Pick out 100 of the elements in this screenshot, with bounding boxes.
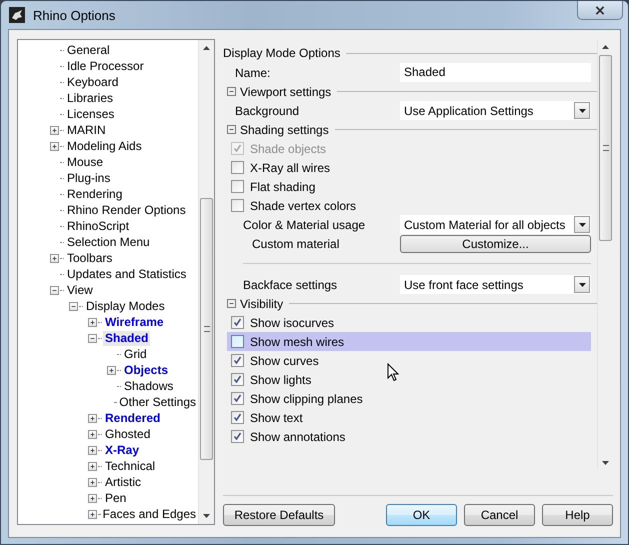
caret-icon (578, 108, 586, 112)
expander-icon[interactable] (88, 510, 97, 518)
tree-item[interactable]: Mouse (65, 154, 106, 170)
tree-item[interactable]: Grid (122, 346, 149, 362)
name-field[interactable]: Shaded (400, 63, 591, 82)
checkbox-label: Shade vertex colors (250, 198, 356, 212)
collapse-icon[interactable] (227, 299, 236, 308)
caret-icon (578, 222, 586, 226)
expander-icon[interactable] (69, 302, 78, 310)
expander-icon[interactable] (88, 414, 97, 422)
scroll-thumb[interactable] (200, 198, 213, 460)
tree-item[interactable]: RhinoScript (65, 218, 132, 234)
checkbox[interactable] (231, 354, 244, 367)
checkbox[interactable] (231, 335, 244, 348)
tree-item[interactable]: Pen (103, 490, 128, 506)
tree-item[interactable]: View (65, 282, 95, 298)
dropdown[interactable]: Custom Material for all objects (400, 215, 591, 234)
tree-item[interactable]: X-Ray (103, 442, 142, 458)
expander-icon[interactable] (50, 254, 59, 262)
checkbox[interactable] (231, 430, 244, 443)
checkbox[interactable] (231, 373, 244, 386)
tree-item[interactable]: MARIN (65, 122, 108, 138)
dropdown[interactable]: Use Application Settings (400, 101, 591, 120)
expander-icon[interactable] (88, 446, 97, 454)
tree-item[interactable]: Other Settings (117, 394, 198, 410)
checkbox[interactable] (231, 161, 244, 174)
tree-item[interactable]: Keyboard (65, 74, 120, 90)
scroll-thumb[interactable] (599, 55, 612, 241)
caret-icon (578, 282, 586, 286)
expander-icon[interactable] (88, 430, 97, 438)
tree-item[interactable]: Artistic (103, 474, 143, 490)
tree-item[interactable]: Modeling Aids (65, 138, 144, 154)
checkbox[interactable] (231, 180, 244, 193)
field-label: Backface settings (242, 278, 338, 292)
checkbox[interactable] (231, 411, 244, 424)
checkbox-label: Show mesh wires (250, 334, 344, 348)
section-heading: Visibility (240, 296, 284, 310)
pointer-icon (387, 363, 399, 382)
tree-item[interactable]: Rendering (65, 186, 124, 202)
tree-item[interactable]: Plug-ins (65, 170, 112, 186)
expander-icon[interactable] (88, 334, 97, 342)
tree-item[interactable]: Shaded (103, 330, 150, 346)
checkbox-label: X-Ray all wires (250, 160, 330, 174)
tree-item[interactable]: Wireframe (103, 314, 166, 330)
tree-item[interactable]: Idle Processor (65, 58, 146, 74)
scroll-down-icon[interactable] (203, 514, 210, 518)
tree-item[interactable]: Toolbars (65, 250, 114, 266)
field-label: Name: (234, 66, 272, 80)
expander-icon[interactable] (88, 494, 97, 502)
checkbox-label: Shade objects (250, 142, 326, 156)
dropdown[interactable]: Use front face settings (400, 275, 591, 294)
dialog-button[interactable]: OK (386, 504, 457, 526)
checkbox-label: Show clipping planes (250, 392, 363, 406)
checkbox[interactable] (231, 316, 244, 329)
scroll-down-icon[interactable] (602, 461, 609, 465)
expander-icon[interactable] (88, 478, 97, 486)
rhino-icon (9, 7, 25, 23)
tree-item[interactable]: Selection Menu (65, 234, 152, 250)
tree-item[interactable]: Faces and Edges (100, 506, 198, 522)
expander-icon[interactable] (50, 142, 59, 150)
checkbox-label: Show annotations (250, 430, 346, 444)
collapse-icon[interactable] (227, 87, 236, 96)
tree-item[interactable]: Rhino Render Options (65, 202, 188, 218)
checkbox-label: Show curves (250, 354, 319, 368)
expander-icon[interactable] (88, 318, 97, 326)
checkbox-label: Show isocurves (250, 316, 334, 330)
tree-item[interactable]: Licenses (65, 106, 116, 122)
expander-icon[interactable] (107, 366, 116, 374)
field-label: Color & Material usage (242, 218, 366, 232)
section-heading: Viewport settings (240, 84, 332, 98)
tree-item[interactable]: General (65, 42, 112, 58)
tree-item[interactable]: Libraries (65, 90, 116, 106)
checkbox-label: Show text (250, 410, 303, 424)
expander-icon[interactable] (88, 462, 97, 470)
tree-item[interactable]: Display Modes (84, 298, 167, 314)
checkbox[interactable] (231, 392, 244, 405)
tree-item[interactable]: Shadows (122, 378, 176, 394)
expander-icon[interactable] (50, 286, 59, 294)
section-heading: Shading settings (240, 122, 329, 136)
tree-item[interactable]: Objects (122, 362, 170, 378)
tree-item[interactable]: Ghosted (103, 426, 152, 442)
collapse-icon[interactable] (227, 125, 236, 134)
close-icon (595, 6, 605, 14)
tree-item[interactable]: Rendered (103, 410, 162, 426)
customize-button[interactable]: Customize... (400, 234, 591, 252)
tree-item[interactable]: Technical (103, 458, 158, 474)
tree-item[interactable]: Updates and Statistics (65, 266, 188, 282)
tree-scrollbar[interactable] (198, 40, 214, 524)
scroll-up-icon[interactable] (203, 46, 210, 50)
scroll-up-icon[interactable] (602, 45, 609, 49)
dialog-button[interactable]: Help (542, 504, 613, 526)
checkbox-label: Show lights (250, 372, 312, 386)
checkbox-label: Flat shading (250, 180, 316, 194)
close-button[interactable] (577, 1, 623, 20)
field-label: Background (234, 104, 300, 118)
checkbox[interactable] (231, 199, 244, 212)
expander-icon[interactable] (50, 126, 59, 134)
dialog-button[interactable]: Restore Defaults (223, 504, 335, 526)
dialog-button[interactable]: Cancel (464, 504, 535, 526)
group-heading: Display Mode Options (223, 46, 340, 60)
